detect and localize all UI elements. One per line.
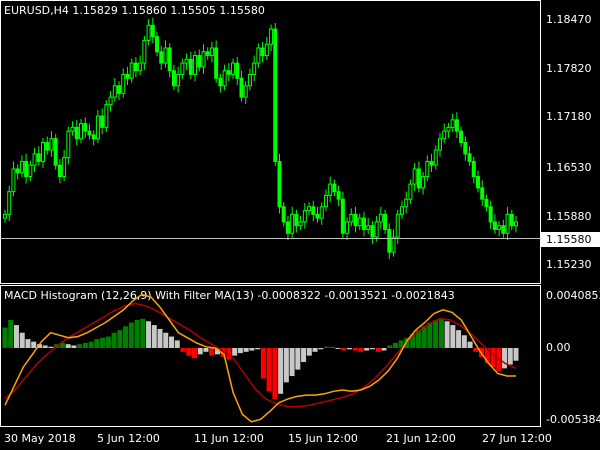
histogram-bar (146, 321, 152, 348)
histogram-bar (151, 325, 157, 348)
histogram-bar (341, 348, 347, 351)
histogram-bar (427, 322, 433, 348)
histogram-bar (140, 318, 146, 348)
histogram-bar (42, 345, 48, 348)
histogram-bar (94, 339, 100, 348)
histogram-bar (278, 348, 284, 394)
price-scale-label: 1.15230 (546, 258, 592, 271)
histogram-bar (306, 348, 312, 356)
histogram-bar (209, 348, 215, 356)
histogram-bar (335, 348, 341, 349)
indicator-scale-label: -0.005384 (546, 413, 600, 426)
histogram-bar (117, 330, 123, 348)
histogram-bar (134, 319, 140, 348)
price-scale-label: 1.16530 (546, 161, 592, 174)
histogram-bar (111, 332, 117, 348)
histogram-bar (513, 348, 519, 361)
histogram-bar (392, 342, 398, 348)
histogram-bar (128, 322, 134, 348)
histogram-bar (237, 348, 243, 354)
histogram-bar (169, 336, 175, 348)
price-scale-label: 1.17820 (546, 62, 592, 75)
histogram-bar (88, 341, 94, 348)
histogram-bar (31, 341, 37, 348)
macd-line (4, 293, 516, 423)
histogram-bar (191, 348, 197, 359)
histogram-bar (186, 348, 192, 356)
histogram-bar (25, 339, 31, 348)
mt4-chart-window: { "main": { "symbol_header": "EURUSD,H4 … (0, 0, 600, 450)
histogram-bar (123, 326, 129, 348)
histogram-bar (364, 348, 370, 351)
histogram-bar (381, 348, 387, 351)
histogram-bar (369, 348, 375, 350)
histogram-bar (507, 348, 513, 365)
current-price-badge: 1.15580 (541, 232, 600, 247)
time-axis-label: 27 Jun 12:00 (482, 432, 552, 445)
histogram-bar (8, 319, 14, 348)
histogram-bar (467, 341, 473, 348)
histogram-bar (329, 346, 335, 348)
histogram-bar (163, 332, 169, 348)
price-scale-label: 1.15880 (546, 210, 592, 223)
histogram-bar (255, 348, 261, 350)
time-axis-label: 11 Jun 12:00 (194, 432, 264, 445)
histogram-bar (13, 325, 19, 348)
histogram-bar (203, 348, 209, 352)
histogram-bar (48, 346, 54, 348)
histogram-bar (2, 327, 8, 348)
histogram-bar (272, 348, 278, 399)
histogram-bar (65, 344, 71, 348)
histogram-bar (444, 321, 450, 348)
histogram-bar (438, 318, 444, 348)
histogram-bar (490, 348, 496, 368)
histogram-bar (100, 337, 106, 348)
histogram-bar (456, 330, 462, 348)
time-axis-label: 15 Jun 12:00 (288, 432, 358, 445)
histogram-bar (346, 348, 352, 350)
histogram-bar (82, 342, 88, 348)
histogram-bar (105, 336, 111, 348)
histogram-bar (461, 335, 467, 348)
histogram-bar (289, 348, 295, 377)
histogram-bar (232, 348, 238, 356)
price-scale-label: 1.17180 (546, 110, 592, 123)
histogram-bar (283, 348, 289, 383)
histogram-bar (71, 345, 77, 348)
histogram-bar (324, 346, 330, 348)
histogram-bar (249, 348, 255, 351)
indicator-scale-label: 0.0040853 (546, 289, 600, 302)
histogram-bar (174, 340, 180, 348)
histogram-bar (421, 326, 427, 348)
histogram-bar (295, 348, 301, 370)
histogram-bar (318, 348, 324, 350)
signal-line (4, 302, 517, 408)
histogram-bar (433, 319, 439, 348)
indicator-scale-label: 0.00 (546, 341, 571, 354)
time-axis-label: 21 Jun 12:00 (386, 432, 456, 445)
histogram-bar (266, 348, 272, 392)
histogram-bar (19, 332, 25, 348)
price-scale-label: 1.18470 (546, 13, 592, 26)
time-axis-label: 30 May 2018 (4, 432, 76, 445)
histogram-bar (260, 348, 266, 379)
histogram-bar (312, 348, 318, 352)
histogram-bar (450, 325, 456, 348)
histogram-bar (157, 328, 163, 348)
macd-canvas[interactable] (0, 0, 541, 450)
histogram-bar (502, 348, 508, 369)
histogram-bar (387, 345, 393, 348)
histogram-bar (358, 348, 364, 352)
histogram-bar (77, 344, 83, 348)
time-axis-label: 5 Jun 12:00 (97, 432, 160, 445)
histogram-bar (180, 348, 186, 352)
histogram-bar (352, 348, 358, 351)
histogram-bar (243, 348, 249, 352)
histogram-bar (301, 348, 307, 363)
histogram-bar (197, 348, 203, 355)
histogram-bar (375, 348, 381, 352)
